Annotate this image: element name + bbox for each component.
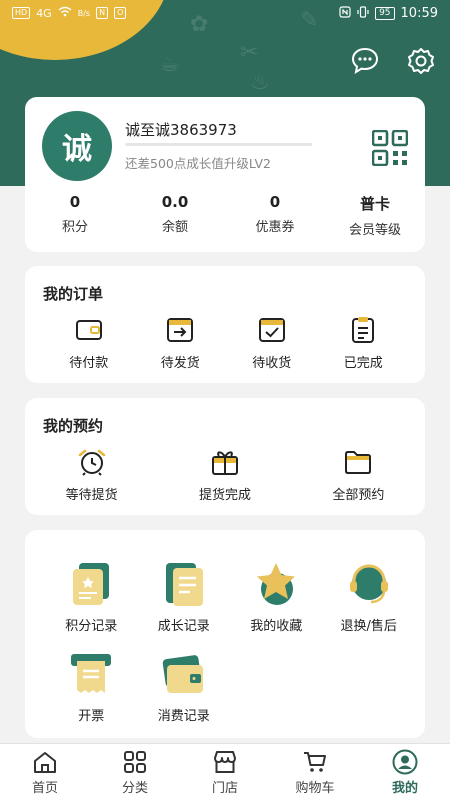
clipboard-icon [348,316,378,344]
network-speed: B/s [77,8,91,18]
doodle-decoration: ✂ [240,40,259,65]
growth-record-icon [156,558,212,610]
booking-label: 提货完成 [198,488,251,503]
spending-record-entry[interactable]: 消费记录 [138,648,231,724]
home-icon [32,749,58,775]
folder-icon [343,448,373,476]
stat-points[interactable]: 0 积分 [25,193,125,238]
avatar-logo-text: 诚 [62,132,92,167]
invoice-icon [63,648,119,700]
service-label: 成长记录 [157,619,210,634]
stat-label: 余额 [161,220,188,235]
points-record-icon [63,558,119,610]
bottom-tab-bar: 首页 分类 门店 购物车 我的 [0,743,450,800]
growth-record-entry[interactable]: 成长记录 [138,558,231,634]
stat-value: 普卡 [359,195,390,213]
headset-service-icon [341,558,397,610]
settings-gear-icon[interactable] [406,46,436,76]
service-label: 我的收藏 [250,619,303,634]
points-record-entry[interactable]: 积分记录 [45,558,138,634]
tab-label: 分类 [121,780,148,796]
stat-balance[interactable]: 0.0 余额 [125,193,225,238]
vibrate-chip: O [114,7,127,19]
avatar[interactable]: 诚 [42,111,112,181]
section-title: 我的预约 [43,417,104,435]
tab-store[interactable]: 门店 [180,744,270,800]
vibrate-icon [357,5,369,21]
clock: 10:59 [400,5,438,21]
tab-label: 购物车 [295,780,335,796]
profile-icon [392,749,418,775]
booking-pickup-complete[interactable]: 提货完成 [158,448,291,503]
stat-coupons[interactable]: 0 优惠券 [225,193,325,238]
section-title: 我的订单 [43,285,104,303]
nfc-icon [339,5,351,21]
username: 诚至诚3863973 [125,121,237,139]
stat-value: 0 [69,193,81,211]
tab-label: 门店 [211,780,238,796]
order-label: 已完成 [343,356,383,371]
doodle-decoration: ♨ [250,70,270,95]
stat-value: 0.0 [161,193,189,211]
signal-indicator: 4G [36,6,52,20]
order-label: 待发货 [160,356,200,371]
box-arrow-icon [165,316,195,344]
network-chip: HD [12,7,31,19]
nfc-chip: N [96,7,109,19]
order-label: 待付款 [69,356,109,371]
status-bar: HD 4G B/s N O 95 10:59 [0,0,450,26]
tab-home[interactable]: 首页 [0,744,90,800]
grid-icon [122,749,148,775]
tab-label: 首页 [31,780,58,796]
wallet-icon [74,316,104,344]
service-label: 开票 [78,709,105,724]
my-orders-card: 我的订单 待付款 待发货 待收货 已完成 [25,266,425,383]
level-upgrade-hint: 还差500点成长值升级LV2 [125,156,271,171]
stat-label: 会员等级 [348,223,401,238]
stat-value: 0 [269,193,281,211]
order-pending-payment[interactable]: 待付款 [43,316,135,371]
order-completed[interactable]: 已完成 [318,316,410,371]
tab-mine[interactable]: 我的 [360,744,450,800]
my-favorites-entry[interactable]: 我的收藏 [230,558,323,634]
service-label: 积分记录 [65,619,118,634]
wifi-icon [58,6,72,20]
stat-label: 积分 [61,220,88,235]
qr-code-icon[interactable] [371,129,409,167]
member-stats: 0 积分 0.0 余额 0 优惠券 普卡 会员等级 [25,193,425,238]
order-label: 待收货 [252,356,292,371]
service-label: 退换/售后 [340,619,397,634]
returns-aftersales-entry[interactable]: 退换/售后 [323,558,416,634]
alarm-clock-icon [77,448,107,476]
tab-cart[interactable]: 购物车 [270,744,360,800]
level-progress-bar [125,143,312,146]
stat-label: 优惠券 [255,220,295,235]
booking-label: 全部预约 [332,488,385,503]
tab-label: 我的 [391,780,418,796]
cart-icon [302,749,328,775]
doodle-decoration: ☕ [160,52,180,77]
header-actions [350,46,436,76]
booking-all[interactable]: 全部预约 [292,448,425,503]
stat-member-level[interactable]: 普卡 会员等级 [325,193,425,238]
order-pending-receipt[interactable]: 待收货 [226,316,318,371]
box-check-icon [257,316,287,344]
message-icon[interactable] [350,46,380,76]
star-favorite-icon [248,558,304,610]
profile-card: 诚 诚至诚3863973 还差500点成长值升级LV2 0 积分 0.0 余额 … [25,97,425,252]
services-card: 积分记录 成长记录 我的收藏 退换/售后 开票 消费记录 [25,530,425,738]
my-bookings-card: 我的预约 等待提货 提货完成 全部预约 [25,398,425,515]
order-pending-shipment[interactable]: 待发货 [135,316,227,371]
gift-icon [210,448,240,476]
invoice-entry[interactable]: 开票 [45,648,138,724]
booking-waiting-pickup[interactable]: 等待提货 [25,448,158,503]
wallet-record-icon [156,648,212,700]
battery-indicator: 95 [375,6,395,20]
tab-category[interactable]: 分类 [90,744,180,800]
booking-label: 等待提货 [65,488,118,503]
service-label: 消费记录 [157,709,210,724]
store-icon [212,749,238,775]
